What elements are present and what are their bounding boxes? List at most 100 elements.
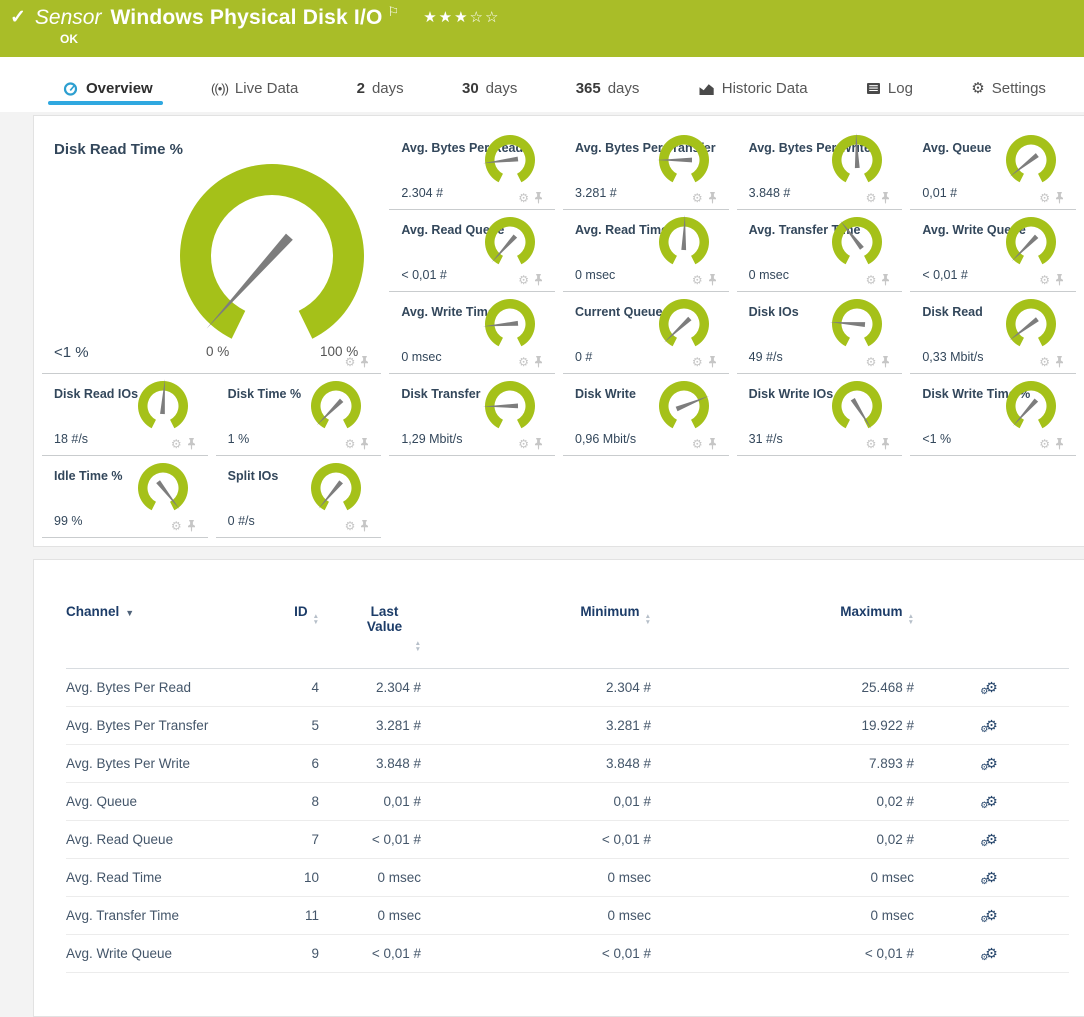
gear-icon[interactable]: ⚙ (518, 356, 529, 368)
gear-icon[interactable]: ⚙ (345, 520, 356, 532)
tab-label: days (372, 80, 404, 97)
channel-settings-icon[interactable]: ⚙⚙ (985, 832, 998, 846)
historic-data-icon (698, 82, 715, 96)
channel-settings-icon[interactable]: ⚙⚙ (985, 946, 998, 960)
star-filled-icon[interactable]: ★ (454, 9, 469, 26)
pin-icon[interactable] (881, 192, 890, 204)
pin-icon[interactable] (534, 192, 543, 204)
pin-icon[interactable] (1055, 274, 1064, 286)
tab-label: Live Data (235, 80, 298, 97)
pin-icon[interactable] (187, 438, 196, 450)
column-header-channel[interactable]: Channel▼ (66, 596, 256, 669)
column-header-id[interactable]: ID▲▼ (256, 596, 319, 669)
channel-id: 9 (256, 935, 319, 973)
channel-settings-icon[interactable]: ⚙⚙ (985, 718, 998, 732)
pin-icon[interactable] (360, 356, 369, 368)
gauge-value: < 0,01 # (922, 268, 968, 282)
pin-icon[interactable] (534, 274, 543, 286)
column-header-last-value[interactable]: Last Value▲▼ (319, 596, 421, 669)
sort-icon[interactable]: ▲▼ (313, 614, 319, 625)
star-empty-icon[interactable]: ☆ (485, 9, 500, 26)
tab-30-days[interactable]: 30days (462, 80, 517, 112)
star-filled-icon[interactable]: ★ (439, 9, 454, 26)
pin-icon[interactable] (708, 274, 717, 286)
rating-stars[interactable]: ★★★☆☆ (423, 8, 500, 26)
gear-icon[interactable]: ⚙ (866, 274, 877, 286)
channel-minimum: 0 msec (421, 859, 651, 897)
table-row: Avg. Read Time 10 0 msec 0 msec 0 msec ⚙… (66, 859, 1069, 897)
pin-icon[interactable] (1055, 192, 1064, 204)
gear-icon[interactable]: ⚙ (692, 356, 703, 368)
gear-icon[interactable]: ⚙ (692, 192, 703, 204)
channel-settings-icon[interactable]: ⚙⚙ (985, 756, 998, 770)
pin-icon[interactable] (1055, 438, 1064, 450)
tab-historic-data[interactable]: Historic Data (698, 80, 808, 112)
channel-last-value: 0,01 # (319, 783, 421, 821)
pin-icon[interactable] (534, 356, 543, 368)
gear-icon[interactable]: ⚙ (171, 438, 182, 450)
channel-name: Avg. Bytes Per Write (66, 745, 256, 783)
tab-label: days (486, 80, 518, 97)
pin-icon[interactable] (187, 520, 196, 532)
gauge-tile-disk-write-ios: Disk Write IOs 31 #/s ⚙ (737, 374, 903, 456)
tab-365-days[interactable]: 365days (576, 80, 640, 112)
gear-icon[interactable]: ⚙ (345, 356, 356, 368)
gauge-label: Split IOs (228, 469, 279, 483)
gauges-panel: Disk Read Time % <1 % 0 % 100 % ⚙ Avg. B… (33, 115, 1084, 547)
gauge-min-label: 0 % (206, 344, 229, 359)
gauge-value: 3.281 # (575, 186, 617, 200)
gauge-tile-disk-transfer: Disk Transfer 1,29 Mbit/s ⚙ (389, 374, 555, 456)
sort-desc-icon[interactable]: ▼ (125, 608, 134, 618)
gauge-tile-disk-read-ios: Disk Read IOs 18 #/s ⚙ (42, 374, 208, 456)
pin-icon[interactable] (708, 356, 717, 368)
pin-icon[interactable] (360, 438, 369, 450)
channel-settings-icon[interactable]: ⚙⚙ (985, 794, 998, 808)
tab-settings[interactable]: ⚙Settings (971, 80, 1046, 112)
pin-icon[interactable] (708, 192, 717, 204)
pin-icon[interactable] (1055, 356, 1064, 368)
channel-settings-icon[interactable]: ⚙⚙ (985, 870, 998, 884)
gear-icon[interactable]: ⚙ (1039, 192, 1050, 204)
channel-settings-icon[interactable]: ⚙⚙ (985, 908, 998, 922)
gear-icon[interactable]: ⚙ (692, 274, 703, 286)
gear-icon[interactable]: ⚙ (518, 438, 529, 450)
tab-2-days[interactable]: 2days (357, 80, 404, 112)
gauge (304, 461, 368, 519)
column-header-minimum[interactable]: Minimum▲▼ (421, 596, 651, 669)
priority-flag-icon[interactable]: ⚐ (388, 4, 400, 20)
gear-icon[interactable]: ⚙ (1039, 438, 1050, 450)
gauge-tile-avg-write-time: Avg. Write Time 0 msec ⚙ (389, 292, 555, 374)
gear-icon[interactable]: ⚙ (518, 274, 529, 286)
gear-icon[interactable]: ⚙ (866, 438, 877, 450)
gear-icon[interactable]: ⚙ (345, 438, 356, 450)
gear-icon[interactable]: ⚙ (866, 192, 877, 204)
gear-icon[interactable]: ⚙ (1039, 274, 1050, 286)
pin-icon[interactable] (534, 438, 543, 450)
sort-icon[interactable]: ▲▼ (645, 614, 651, 625)
gauge-value: 0,96 Mbit/s (575, 432, 636, 446)
sort-icon[interactable]: ▲▼ (415, 641, 421, 652)
gear-icon[interactable]: ⚙ (1039, 356, 1050, 368)
gear-icon[interactable]: ⚙ (866, 356, 877, 368)
gear-icon[interactable]: ⚙ (171, 520, 182, 532)
channel-settings-icon[interactable]: ⚙⚙ (985, 680, 998, 694)
pin-icon[interactable] (881, 274, 890, 286)
gauge-value: <1 % (54, 344, 89, 361)
star-empty-icon[interactable]: ☆ (470, 9, 485, 26)
gauge-label: Disk Transfer (401, 387, 480, 401)
pin-icon[interactable] (881, 356, 890, 368)
tab-overview[interactable]: Overview (62, 80, 153, 112)
column-header-maximum[interactable]: Maximum▲▼ (651, 596, 914, 669)
star-filled-icon[interactable]: ★ (423, 9, 438, 26)
tab-live-data[interactable]: ((•))Live Data (211, 80, 298, 112)
pin-icon[interactable] (881, 438, 890, 450)
gear-icon[interactable]: ⚙ (692, 438, 703, 450)
sort-icon[interactable]: ▲▼ (908, 614, 914, 625)
tab-log[interactable]: Log (866, 80, 913, 112)
pin-icon[interactable] (360, 520, 369, 532)
channel-minimum: 0,01 # (421, 783, 651, 821)
gear-icon[interactable]: ⚙ (518, 192, 529, 204)
gauge-tile-disk-time: Disk Time % 1 % ⚙ (216, 374, 382, 456)
gauge (825, 133, 889, 191)
pin-icon[interactable] (708, 438, 717, 450)
